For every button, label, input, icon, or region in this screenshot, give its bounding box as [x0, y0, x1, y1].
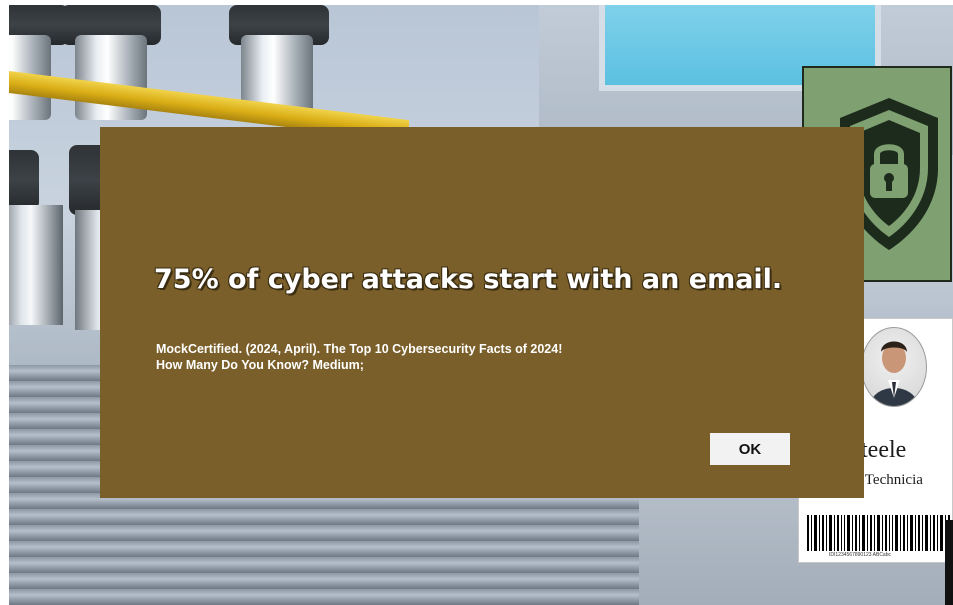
fact-dialog: 75% of cyber attacks start with an email… — [100, 127, 864, 498]
barcode — [807, 515, 950, 551]
barcode-number: IDI1234567890123 ABCabc — [829, 552, 891, 558]
ok-button[interactable]: OK — [710, 433, 790, 465]
citation-line-1: MockCertified. (2024, April). The Top 10… — [156, 342, 563, 356]
citation-text: MockCertified. (2024, April). The Top 10… — [156, 341, 716, 373]
fact-text: 75% of cyber attacks start with an email… — [154, 264, 783, 295]
pipe-cap — [9, 150, 39, 210]
citation-line-2: How Many Do You Know? Medium; — [156, 358, 364, 372]
avatar — [861, 327, 927, 407]
edge-shadow — [945, 520, 953, 605]
pipe — [9, 205, 63, 325]
